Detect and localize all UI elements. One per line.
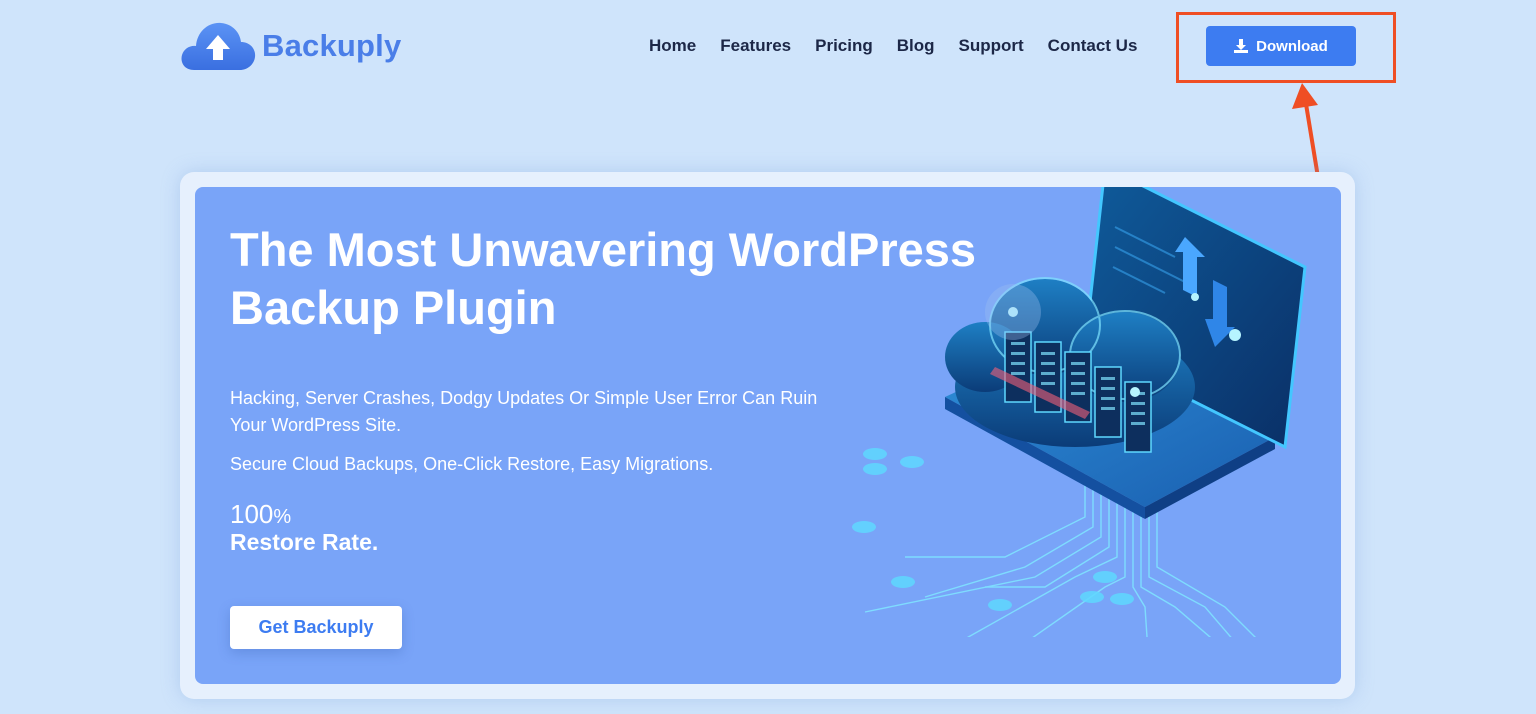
hero-section: The Most Unwavering WordPress Backup Plu… xyxy=(195,187,1341,684)
nav-contact-us[interactable]: Contact Us xyxy=(1048,36,1138,56)
annotation-highlight-box xyxy=(1176,12,1396,83)
stat-label: Restore Rate. xyxy=(230,529,379,555)
hero-features-line: Secure Cloud Backups, One-Click Restore,… xyxy=(230,454,714,474)
cloud-server-illustration-icon xyxy=(852,187,1307,637)
nav-features[interactable]: Features xyxy=(720,36,791,56)
stat-value: 100% xyxy=(230,499,291,530)
logo[interactable]: Backuply xyxy=(180,20,401,72)
nav-blog[interactable]: Blog xyxy=(897,36,935,56)
nav-pricing[interactable]: Pricing xyxy=(815,36,873,56)
logo-text: Backuply xyxy=(262,28,402,63)
stat-unit: % xyxy=(273,506,292,528)
nav-home[interactable]: Home xyxy=(649,36,696,56)
nav-support[interactable]: Support xyxy=(959,36,1024,56)
get-backuply-button[interactable]: Get Backuply xyxy=(230,606,402,649)
stat-number: 100 xyxy=(230,499,274,529)
cloud-upload-icon xyxy=(181,22,256,71)
hero-subtitle: Hacking, Server Crashes, Dodgy Updates O… xyxy=(230,388,818,435)
main-nav: Home Features Pricing Blog Support Conta… xyxy=(649,36,1137,56)
